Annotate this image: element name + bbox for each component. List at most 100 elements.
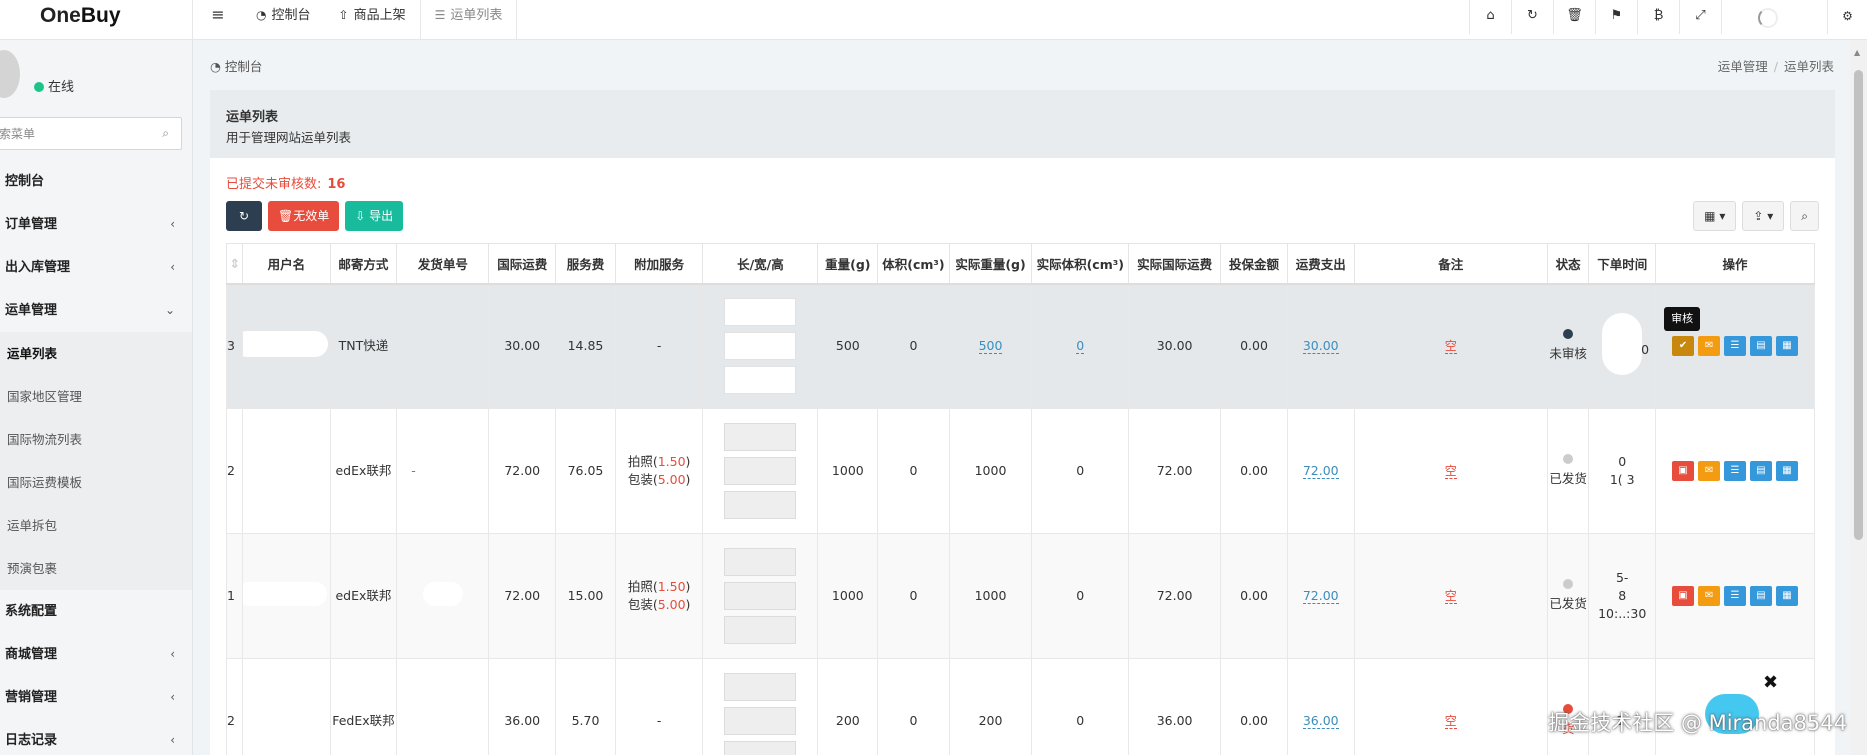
table-row[interactable]: 1 edEx联邦 72.00 15.00 拍照(1.50) 包装(5.00) 10… — [225, 533, 1815, 659]
export-dropdown-button[interactable]: ⇪ ▾ — [1742, 201, 1785, 231]
home-icon[interactable]: ⌂ — [1469, 0, 1511, 34]
search-button[interactable]: ⌕ — [1790, 201, 1819, 231]
column-header[interactable]: 重量(g) — [817, 243, 879, 285]
scroll-up-icon[interactable]: ▲ — [1854, 48, 1860, 57]
menu-toggle-icon[interactable]: ≡ — [194, 0, 242, 40]
message-button[interactable]: ✉ — [1698, 586, 1721, 606]
length-input[interactable] — [724, 673, 797, 701]
fullscreen-icon[interactable]: ⤢ — [1679, 0, 1721, 34]
column-header[interactable]: 投保金额 — [1220, 243, 1288, 285]
cost-cell[interactable]: 72.00 — [1286, 408, 1355, 534]
column-header[interactable]: 下单时间 — [1588, 243, 1657, 285]
row-id[interactable]: 3 — [225, 283, 244, 409]
tab-product-upload[interactable]: ⇧ 商品上架 — [325, 0, 420, 40]
column-header[interactable]: 发货单号 — [396, 243, 490, 285]
cost-cell[interactable]: 36.00 — [1286, 658, 1355, 755]
row-id[interactable]: 1 — [225, 533, 244, 659]
table-row[interactable]: 3 TNT快递 30.00 14.85 - 500 0 500 0 30.00 … — [225, 283, 1815, 409]
sidebar-item-warehouse[interactable]: 出入库管理 ‹ — [0, 246, 192, 289]
message-button[interactable]: ✉ — [1698, 336, 1721, 357]
height-input[interactable] — [724, 366, 797, 395]
sidebar-item-preview-package[interactable]: 预演包裹 — [0, 547, 192, 590]
column-header[interactable]: 国际运费 — [488, 243, 557, 285]
column-header[interactable]: 实际重量(g) — [948, 243, 1033, 285]
sidebar-item-freight-template[interactable]: 国际运费模板 — [0, 461, 192, 504]
sidebar-item-marketing[interactable]: 营销管理 ‹ — [0, 676, 192, 719]
detail-button[interactable]: ☰ — [1724, 336, 1747, 357]
width-input[interactable] — [724, 457, 797, 485]
sidebar-item-waybill-list[interactable]: 运单列表 — [0, 332, 192, 375]
trash-icon[interactable]: 🗑 — [1553, 0, 1595, 34]
language-icon[interactable]: ⚑ — [1595, 0, 1637, 34]
tab-dashboard[interactable]: ◔ 控制台 — [242, 0, 325, 40]
refresh-icon[interactable]: ↻ — [1511, 0, 1553, 34]
column-header[interactable]: 实际体积(cm³) — [1031, 243, 1130, 285]
row-id[interactable]: 2 — [225, 408, 244, 534]
review-button[interactable]: ✔ — [1672, 336, 1695, 357]
column-header[interactable]: 备注 — [1353, 243, 1548, 285]
remark-cell[interactable]: 空 — [1353, 533, 1548, 659]
menu-search-input[interactable] — [0, 118, 143, 149]
table-button[interactable]: ▦ — [1776, 586, 1799, 606]
table-row[interactable]: 2 edEx联邦 - 72.00 76.05 拍照(1.50) 包装(5.00) … — [225, 408, 1815, 534]
column-header[interactable]: 邮寄方式 — [329, 243, 398, 285]
page-scrollbar[interactable]: ▲ — [1850, 40, 1867, 755]
bitcoin-icon[interactable]: ₿ — [1637, 0, 1679, 34]
avatar[interactable] — [0, 50, 20, 98]
sidebar-item-orders[interactable]: 订单管理 ‹ — [0, 203, 192, 246]
label-button[interactable]: ▤ — [1750, 461, 1773, 481]
column-header[interactable]: 附加服务 — [614, 243, 704, 285]
column-header[interactable]: 体积(cm³) — [877, 243, 950, 285]
column-header[interactable]: 状态 — [1546, 243, 1590, 285]
column-header[interactable]: 运费支出 — [1286, 243, 1355, 285]
sidebar-item-system[interactable]: 系统配置 — [0, 590, 192, 633]
column-header[interactable]: 用户名 — [242, 243, 331, 285]
remark-cell[interactable]: 空 — [1353, 658, 1548, 755]
settings-icon[interactable]: ⚙ — [1827, 0, 1867, 34]
sidebar-item-logs[interactable]: 日志记录 ‹ — [0, 719, 192, 755]
scroll-thumb[interactable] — [1854, 70, 1863, 540]
column-sort[interactable]: ⇕ — [225, 243, 244, 285]
sidebar-item-logistics[interactable]: 国际物流列表 — [0, 418, 192, 461]
real-weight-cell[interactable]: 500 — [948, 283, 1033, 409]
width-input[interactable] — [724, 332, 797, 361]
export-button[interactable]: ⇩ 导出 — [345, 201, 404, 231]
length-input[interactable] — [724, 548, 797, 576]
cost-cell[interactable]: 72.00 — [1286, 533, 1355, 659]
sidebar-item-dashboard[interactable]: 控制台 — [0, 160, 192, 203]
table-button[interactable]: ▦ — [1776, 461, 1799, 481]
sidebar-item-mall[interactable]: 商城管理 ‹ — [0, 633, 192, 676]
search-icon[interactable]: ⌕ — [162, 126, 169, 141]
label-button[interactable]: ▤ — [1750, 586, 1773, 606]
column-header[interactable]: 长/宽/高 — [702, 243, 819, 285]
height-input[interactable] — [724, 491, 797, 519]
remark-cell[interactable]: 空 — [1353, 283, 1548, 409]
sidebar-item-unpack[interactable]: 运单拆包 — [0, 504, 192, 547]
pdf-button[interactable]: ▣ — [1672, 586, 1695, 606]
breadcrumb-waybill-manage[interactable]: 运单管理 — [1718, 59, 1768, 74]
columns-dropdown-button[interactable]: ▦ ▾ — [1693, 201, 1737, 231]
close-icon[interactable]: ✖ — [1763, 672, 1778, 693]
sidebar-item-waybill[interactable]: 运单管理 ⌄ — [0, 289, 192, 332]
pdf-button[interactable]: ▣ — [1672, 461, 1695, 481]
column-header[interactable]: 服务费 — [555, 243, 616, 285]
tab-waybill-list[interactable]: ☰ 运单列表 — [419, 0, 518, 40]
refresh-button[interactable]: ↻ — [226, 201, 262, 231]
invalid-orders-button[interactable]: 🗑无效单 — [268, 201, 340, 231]
row-id[interactable]: 2 — [225, 658, 244, 755]
table-button[interactable]: ▦ — [1776, 336, 1799, 357]
length-input[interactable] — [724, 423, 797, 451]
real-volume-cell[interactable]: 0 — [1031, 283, 1130, 409]
length-input[interactable] — [724, 298, 797, 327]
detail-button[interactable]: ☰ — [1724, 461, 1747, 481]
breadcrumb-home[interactable]: ◔ 控制台 — [210, 56, 262, 75]
height-input[interactable] — [724, 741, 797, 755]
width-input[interactable] — [724, 582, 797, 610]
width-input[interactable] — [724, 707, 797, 735]
app-logo[interactable]: OneBuy — [0, 0, 193, 40]
message-button[interactable]: ✉ — [1698, 461, 1721, 481]
column-header[interactable]: 实际国际运费 — [1128, 243, 1222, 285]
cost-cell[interactable]: 30.00 — [1286, 283, 1355, 409]
label-button[interactable]: ▤ — [1750, 336, 1773, 357]
detail-button[interactable]: ☰ — [1724, 586, 1747, 606]
